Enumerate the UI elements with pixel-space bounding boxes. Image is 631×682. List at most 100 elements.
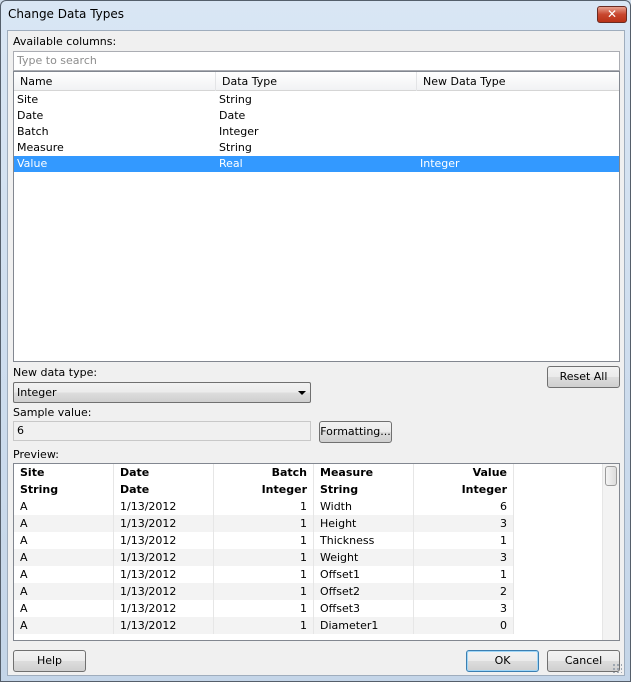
table-cell: A [14,498,114,515]
dialog-body: Available columns: Type to search Name D… [7,30,625,676]
column-list-cell: Measure [17,141,64,154]
table-cell: 1/13/2012 [114,566,214,583]
ok-button[interactable]: OK [466,650,539,672]
preview-scroll-thumb[interactable] [605,466,617,486]
table-row: A 1/13/2012 1 Height 3 [14,515,514,532]
table-cell: A [14,583,114,600]
header-name[interactable]: Name [14,72,216,91]
preview-type-site: String [14,481,114,498]
preview-type-value: Integer [414,481,514,498]
table-cell: 3 [414,549,514,566]
resize-grip[interactable] [612,663,622,673]
column-list-cell: String [219,141,252,154]
table-cell: 1/13/2012 [114,515,214,532]
column-list-cell: Date [219,109,246,122]
header-data-type[interactable]: Data Type [216,72,417,91]
table-cell: A [14,617,114,634]
table-cell: Height [314,515,414,532]
table-row: A 1/13/2012 1 Offset1 1 [14,566,514,583]
table-cell: 1 [214,498,314,515]
preview-header-row: Site Date Batch Measure Value [14,464,514,481]
preview-header-batch: Batch [214,464,314,481]
table-cell: 2 [414,583,514,600]
table-cell: 3 [414,600,514,617]
chevron-down-icon [298,391,306,395]
help-button[interactable]: Help [13,650,86,672]
preview-scrollbar[interactable] [602,464,619,640]
window-title: Change Data Types [8,7,125,21]
column-list-cell: String [219,93,252,106]
column-list-cell: Integer [219,125,259,138]
new-data-type-select[interactable]: Integer [13,382,311,403]
close-button[interactable]: ✕ [597,6,627,23]
table-cell: Weight [314,549,414,566]
preview-type-batch: Integer [214,481,314,498]
table-cell: Offset2 [314,583,414,600]
table-cell: 1 [214,532,314,549]
sample-value-label: Sample value: [13,406,92,419]
table-row: A 1/13/2012 1 Weight 3 [14,549,514,566]
table-row: A 1/13/2012 1 Thickness 1 [14,532,514,549]
table-cell: Offset3 [314,600,414,617]
table-cell: A [14,515,114,532]
cancel-button[interactable]: Cancel [547,650,620,672]
preview-type-date: Date [114,481,214,498]
table-cell: 1 [214,515,314,532]
table-cell: 1 [214,600,314,617]
table-cell: Width [314,498,414,515]
preview-header-site: Site [14,464,114,481]
table-row: A 1/13/2012 1 Diameter1 0 [14,617,514,634]
new-data-type-label: New data type: [13,366,98,379]
column-list-cell: Value [17,157,48,170]
table-cell: 6 [414,498,514,515]
preview-header-measure: Measure [314,464,414,481]
column-list-cell: Real [219,157,243,170]
column-list-cell: Date [17,109,44,122]
table-cell: 1/13/2012 [114,532,214,549]
table-cell: 1 [414,532,514,549]
preview-label: Preview: [13,448,59,461]
table-cell: Diameter1 [314,617,414,634]
close-icon: ✕ [606,7,618,21]
title-bar: Change Data Types [1,1,630,29]
column-list-item[interactable]: Batch Integer [14,124,619,140]
column-list-item[interactable]: Value Real Integer [14,156,619,172]
reset-all-button[interactable]: Reset All [547,366,620,388]
column-list-item[interactable]: Date Date [14,108,619,124]
preview-type-row: String Date Integer String Integer [14,481,514,498]
columns-list-header: Name Data Type New Data Type [14,72,619,91]
table-cell: 1 [214,549,314,566]
new-data-type-value: Integer [17,386,57,399]
table-row: A 1/13/2012 1 Width 6 [14,498,514,515]
table-cell: 1/13/2012 [114,617,214,634]
table-cell: A [14,600,114,617]
table-cell: 1 [214,617,314,634]
table-row: A 1/13/2012 1 Offset3 3 [14,600,514,617]
table-cell: Offset1 [314,566,414,583]
preview-header-date: Date [114,464,214,481]
dialog-window: Change Data Types ✕ Available columns: T… [0,0,631,682]
table-cell: 1 [214,566,314,583]
preview-table[interactable]: Site Date Batch Measure Value String Dat… [13,463,620,641]
columns-list[interactable]: Name Data Type New Data Type Site String D… [13,71,620,362]
table-cell: A [14,566,114,583]
table-cell: A [14,549,114,566]
preview-type-measure: String [314,481,414,498]
header-new-data-type[interactable]: New Data Type [417,72,619,91]
column-search-input[interactable]: Type to search [13,51,620,71]
table-row: A 1/13/2012 1 Offset2 2 [14,583,514,600]
column-list-item[interactable]: Site String [14,92,619,108]
table-cell: Thickness [314,532,414,549]
preview-header-value: Value [414,464,514,481]
table-cell: 1/13/2012 [114,498,214,515]
formatting-button[interactable]: Formatting... [319,421,392,443]
column-list-cell: Integer [420,157,460,170]
table-cell: A [14,532,114,549]
table-cell: 1/13/2012 [114,549,214,566]
column-list-cell: Batch [17,125,49,138]
column-list-item[interactable]: Measure String [14,140,619,156]
table-cell: 3 [414,515,514,532]
table-cell: 0 [414,617,514,634]
sample-value-field: 6 [13,421,311,441]
column-list-cell: Site [17,93,39,106]
